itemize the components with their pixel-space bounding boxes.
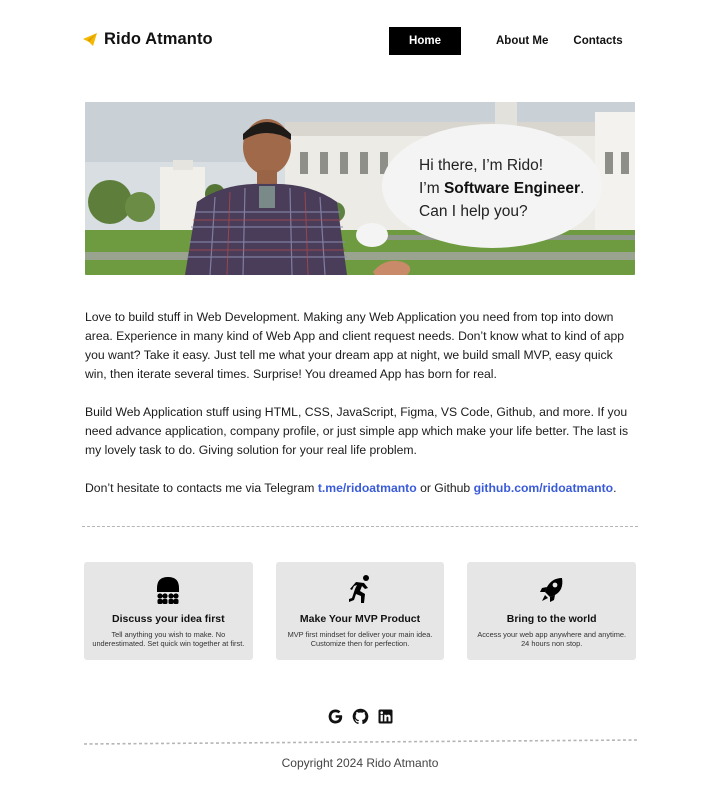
greeting-line-2: I’m Software Engineer.	[419, 180, 585, 197]
card-description: MVP first mindset for deliver your main …	[287, 630, 433, 648]
footer-divider	[84, 739, 637, 745]
nav-about-me[interactable]: About Me	[496, 27, 548, 55]
card-description: Tell anything you wish to make. No under…	[92, 630, 245, 648]
card-description: Access your web app anywhere and anytime…	[477, 630, 627, 648]
linkedin-icon[interactable]	[377, 708, 394, 725]
card-title: Bring to the world	[506, 613, 597, 625]
main-nav: Home About Me Contacts	[389, 27, 623, 55]
brand-name: Rido Atmanto	[104, 30, 213, 48]
copyright-text: Copyright 2024 Rido Atmanto	[281, 756, 439, 770]
greeting-line-3: Can I help you?	[419, 203, 528, 220]
contact-paragraph: Don’t hesitate to contacts me via Telegr…	[85, 481, 617, 495]
intro-paragraph-2: Build Web Application stuff using HTML, …	[85, 405, 629, 457]
github-icon[interactable]	[352, 708, 369, 725]
card-launch: Bring to the world Access your web app a…	[467, 562, 637, 660]
card-mvp: Make Your MVP Product MVP first mindset …	[275, 562, 445, 660]
nav-home[interactable]: Home	[389, 27, 461, 55]
role-highlight: Software Engineer	[443, 180, 581, 197]
brand[interactable]: Rido Atmanto	[82, 30, 213, 49]
running-person-icon	[346, 574, 374, 604]
card-discuss: Discuss your idea first Tell anything yo…	[84, 562, 253, 660]
card-title: Discuss your idea first	[112, 613, 225, 625]
github-link[interactable]: github.com/ridoatmanto	[474, 481, 613, 495]
intro-section: Love to build stuff in Web Development. …	[85, 308, 637, 517]
hero-banner: Hi there, I’m Rido! I’m Software Enginee…	[85, 102, 635, 275]
google-icon[interactable]	[327, 708, 344, 725]
process-cards: Discuss your idea first Tell anything yo…	[84, 562, 637, 660]
section-divider	[82, 526, 638, 527]
telegram-link[interactable]: t.me/ridoatmanto	[318, 481, 417, 495]
paper-plane-logo-icon	[82, 32, 98, 48]
nav-contacts[interactable]: Contacts	[573, 27, 622, 55]
intro-paragraph-1: Love to build stuff in Web Development. …	[85, 310, 625, 381]
card-title: Make Your MVP Product	[299, 613, 421, 625]
hero-greeting: Hi there, I’m Rido! I’m Software Enginee…	[419, 154, 584, 223]
rocket-icon	[538, 574, 566, 604]
greeting-line-1: Hi there, I’m Rido!	[419, 157, 544, 174]
social-links	[0, 708, 720, 725]
people-group-icon	[154, 574, 182, 604]
site-header: Rido Atmanto Home About Me Contacts	[0, 0, 720, 82]
